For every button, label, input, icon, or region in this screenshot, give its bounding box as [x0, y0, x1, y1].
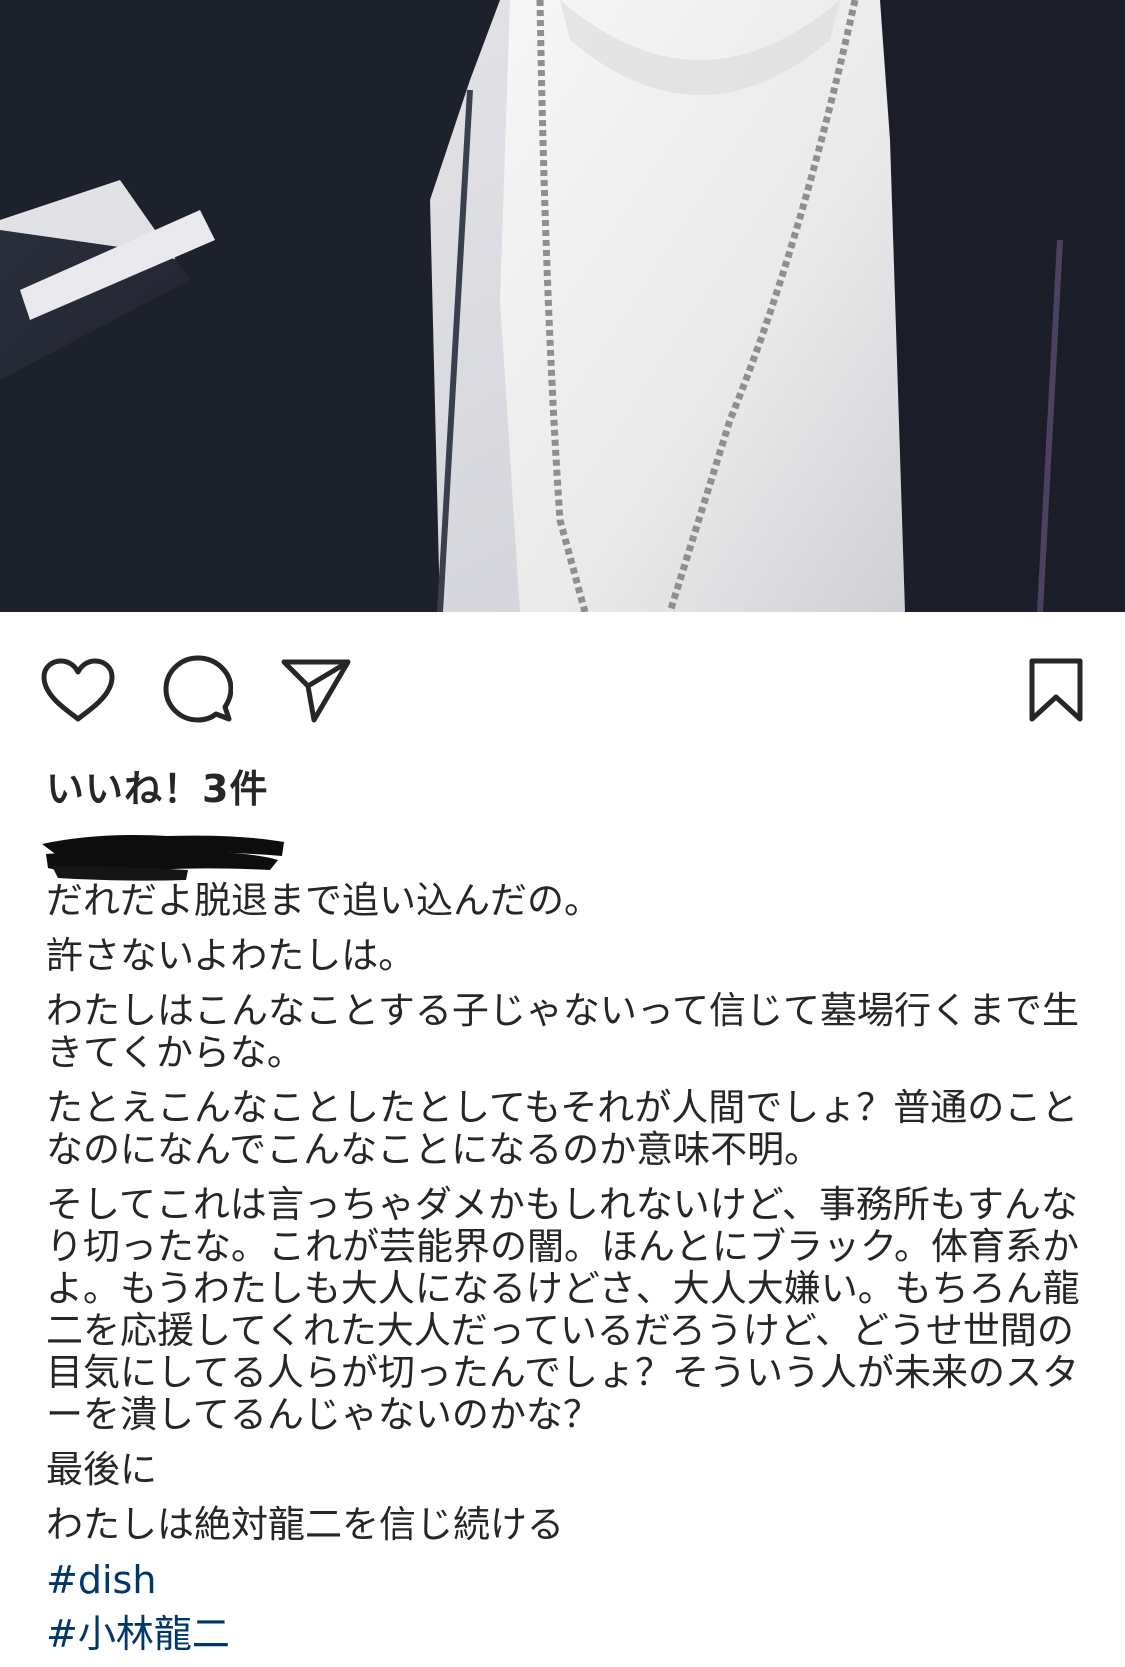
comment-icon: [163, 655, 233, 723]
share-button[interactable]: [276, 650, 356, 730]
caption-line: 最後に: [46, 1448, 157, 1491]
comment-button[interactable]: [158, 650, 238, 730]
post-photo[interactable]: [0, 0, 1125, 612]
caption-line: わたしは絶対龍二を信じ続ける: [46, 1503, 564, 1546]
caption-line: たとえこんなことしたとしてもそれが人間でしょ？普通のことなのになんでこんなことに…: [46, 1086, 1079, 1171]
caption-line: わたしはこんなことする子じゃないって信じて墓場行くまで生きてくからな。: [46, 989, 1080, 1074]
hashtag-link[interactable]: #dish: [46, 1559, 1086, 1601]
caption-line: だれだよ脱退まで追い込んだの。: [46, 879, 601, 922]
like-button[interactable]: [38, 650, 118, 730]
action-bar: [0, 612, 1125, 762]
heart-icon: [41, 658, 115, 722]
save-button[interactable]: [1016, 650, 1096, 730]
caption-line: 許さないよわたしは。: [46, 934, 416, 977]
like-count[interactable]: いいね！3件: [46, 758, 268, 813]
caption-line: そしてこれは言っちゃダメかもしれないけど、事務所もすんなり切ったな。これが芸能界…: [46, 1183, 1080, 1436]
redacted-username: [42, 835, 284, 881]
photo-image: [0, 0, 1125, 612]
post-caption: だれだよ脱退まで追い込んだの。 許さないよわたしは。 わたしはこんなことする子じ…: [46, 880, 1086, 1667]
paper-plane-icon: [281, 659, 351, 723]
bookmark-icon: [1029, 658, 1083, 722]
hashtag-link[interactable]: #小林龍二: [46, 1613, 1086, 1655]
